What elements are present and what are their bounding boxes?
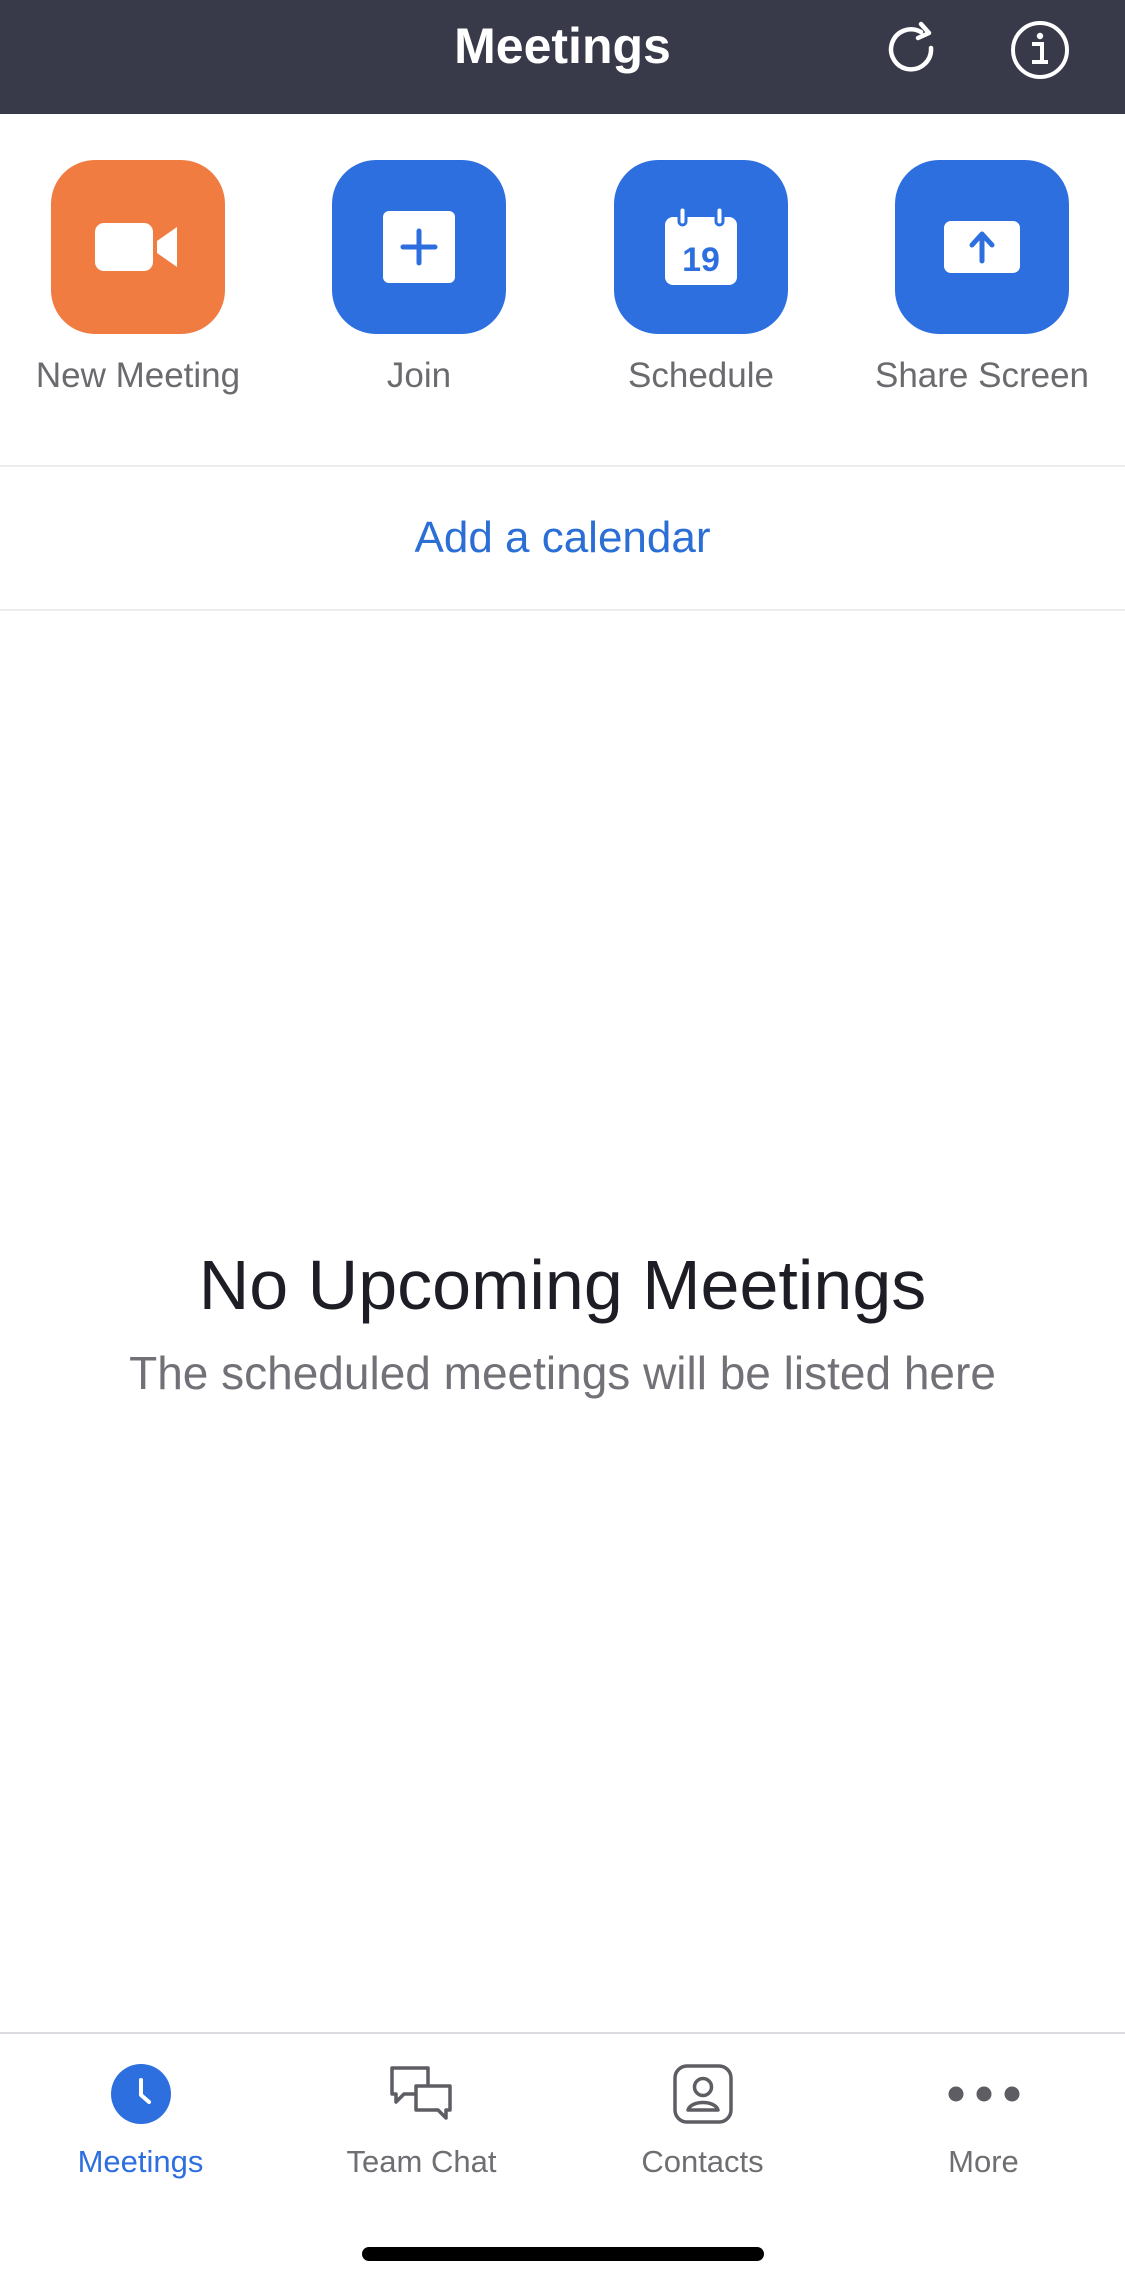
schedule-button[interactable]: 19 Schedule: [571, 160, 831, 420]
join-tile[interactable]: [332, 160, 506, 334]
page-title: Meetings: [454, 18, 671, 74]
top-bar: Meetings: [0, 0, 1125, 114]
share-screen-label: Share Screen: [874, 356, 1090, 395]
join-label: Join: [386, 356, 452, 395]
tab-more[interactable]: More: [843, 2034, 1124, 2234]
calendar-icon: 19: [665, 205, 737, 285]
info-button[interactable]: [1000, 10, 1080, 90]
divider: [0, 609, 1125, 611]
info-icon: [1011, 21, 1069, 79]
tab-team-chat[interactable]: Team Chat: [281, 2034, 562, 2234]
video-camera-icon: [95, 223, 177, 271]
tab-contacts-label: Contacts: [641, 2144, 764, 2179]
meeting-actions: New Meeting Join 19 Schedule Share Scree…: [0, 114, 1125, 466]
share-screen-button[interactable]: Share Screen: [852, 160, 1112, 420]
tab-team-chat-label: Team Chat: [346, 2144, 497, 2179]
refresh-button[interactable]: [873, 10, 953, 90]
empty-state-title: No Upcoming Meetings: [198, 1246, 927, 1324]
tab-more-label: More: [948, 2144, 1019, 2179]
new-meeting-tile[interactable]: [51, 160, 225, 334]
new-meeting-label: New Meeting: [35, 356, 241, 395]
refresh-icon: [888, 21, 934, 72]
clock-icon: [110, 2064, 171, 2124]
plus-icon: [383, 211, 455, 283]
join-button[interactable]: Join: [289, 160, 549, 420]
tab-meetings-label: Meetings: [77, 2144, 204, 2179]
ellipsis-icon: [948, 2086, 1019, 2102]
share-upload-icon: [944, 221, 1020, 273]
chat-bubbles-icon: [389, 2066, 452, 2120]
share-screen-tile[interactable]: [895, 160, 1069, 334]
tab-contacts[interactable]: Contacts: [562, 2034, 843, 2234]
schedule-label: Schedule: [628, 356, 774, 395]
schedule-tile[interactable]: 19: [614, 160, 788, 334]
tab-meetings[interactable]: Meetings: [0, 2034, 281, 2234]
add-calendar-link[interactable]: Add a calendar: [0, 468, 1125, 608]
new-meeting-button[interactable]: New Meeting: [8, 160, 268, 420]
calendar-day-text: 19: [682, 241, 720, 279]
home-indicator: [362, 2247, 764, 2261]
contact-card-icon: [672, 2064, 733, 2124]
divider: [0, 465, 1125, 467]
empty-state-subtitle: The scheduled meetings will be listed he…: [129, 1347, 996, 1399]
